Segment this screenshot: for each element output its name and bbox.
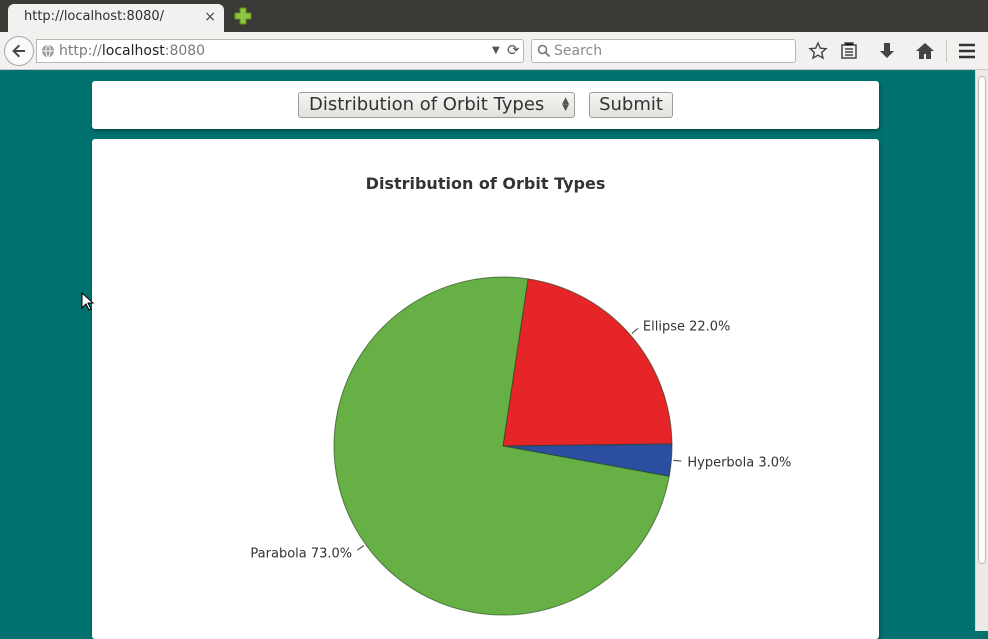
download-icon[interactable] bbox=[877, 41, 897, 61]
selected-option: Distribution of Orbit Types bbox=[309, 94, 545, 115]
browser-tab[interactable]: http://localhost:8080/ × bbox=[8, 4, 224, 32]
tab-title: http://localhost:8080/ bbox=[24, 9, 165, 24]
toolbar-separator bbox=[946, 40, 947, 62]
globe-icon bbox=[42, 44, 54, 58]
page-scrollbar[interactable] bbox=[975, 70, 988, 631]
submit-button[interactable]: Submit bbox=[589, 92, 673, 118]
search-input[interactable]: Search bbox=[531, 39, 796, 63]
close-tab-icon[interactable]: × bbox=[204, 9, 216, 25]
pie-label-hyperbola: Hyperbola 3.0% bbox=[687, 455, 791, 470]
pie-chart: Ellipse 22.0% Hyperbola 3.0% Parabola 73.0… bbox=[250, 276, 791, 616]
search-icon bbox=[537, 44, 551, 58]
back-button[interactable] bbox=[4, 36, 34, 66]
url-host: localhost bbox=[101, 43, 165, 59]
home-icon[interactable] bbox=[915, 41, 935, 61]
select-arrows-icon: ▲ ▼ bbox=[562, 96, 569, 113]
leader-line-ellipse bbox=[631, 327, 639, 335]
pie-label-ellipse: Ellipse 22.0% bbox=[643, 320, 731, 335]
search-placeholder: Search bbox=[554, 43, 603, 59]
pie-slice-ellipse[interactable] bbox=[502, 278, 673, 447]
url-port: :8080 bbox=[164, 43, 206, 59]
chart-panel: Distribution of Orbit Types Ellipse 22.0… bbox=[92, 139, 879, 639]
url-prefix: http:// bbox=[59, 43, 102, 59]
reading-list-icon[interactable] bbox=[839, 41, 859, 61]
control-panel: Distribution of Orbit Types ▲ ▼ Submit bbox=[92, 81, 879, 129]
new-tab-icon[interactable] bbox=[233, 6, 253, 26]
reload-icon[interactable]: ⟳ bbox=[507, 41, 520, 59]
tab-strip: http://localhost:8080/ × bbox=[0, 0, 988, 32]
navigation-bar: http://localhost:8080 ▼ ⟳ Search bbox=[0, 32, 988, 70]
bookmark-star-icon[interactable] bbox=[808, 41, 828, 61]
chart-type-select[interactable]: Distribution of Orbit Types ▲ ▼ bbox=[298, 92, 575, 118]
pie-label-parabola: Parabola 73.0% bbox=[250, 546, 352, 561]
leader-line-parabola bbox=[357, 545, 365, 551]
url-dropdown-icon[interactable]: ▼ bbox=[492, 45, 500, 56]
mouse-cursor-icon bbox=[81, 292, 94, 311]
back-arrow-icon bbox=[12, 44, 25, 58]
menu-icon[interactable] bbox=[957, 41, 977, 61]
leader-line-hyperbola bbox=[673, 459, 682, 462]
url-input[interactable]: http://localhost:8080 ▼ ⟳ bbox=[36, 39, 524, 63]
scrollbar-thumb[interactable] bbox=[978, 76, 986, 564]
